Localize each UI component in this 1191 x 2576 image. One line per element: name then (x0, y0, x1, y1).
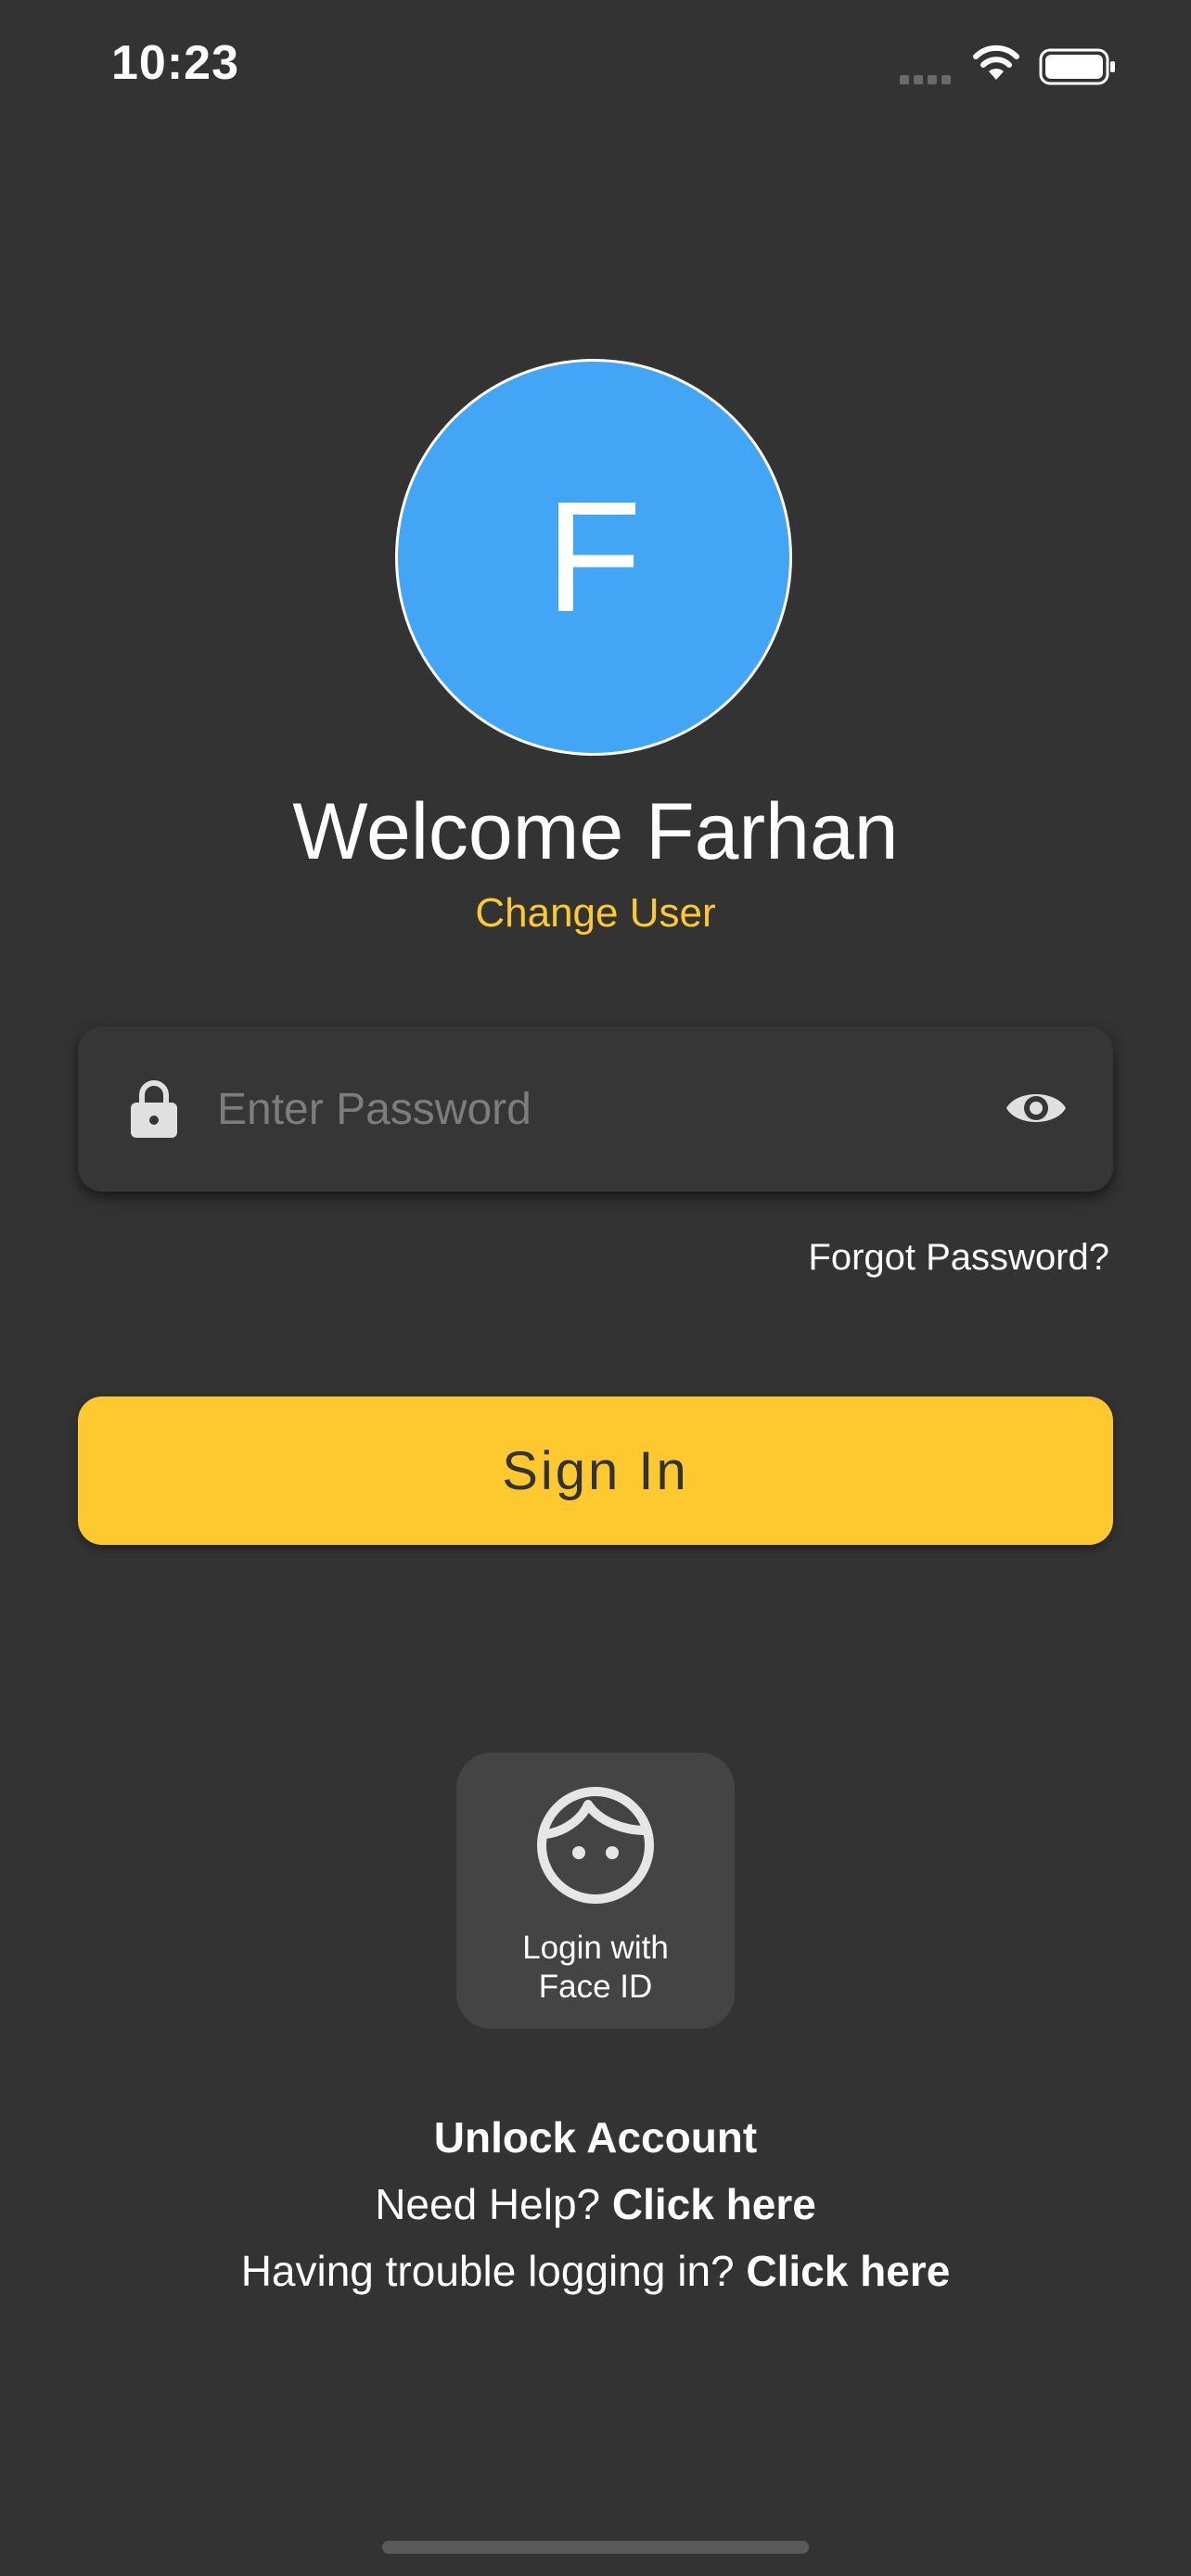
face-icon (534, 1784, 657, 1911)
wifi-icon (972, 45, 1020, 86)
need-help-line: Need Help? Click here (0, 2179, 1191, 2229)
forgot-password-link[interactable]: Forgot Password? (808, 1237, 1109, 1279)
avatar-initial: F (545, 469, 642, 645)
lock-icon (130, 1078, 178, 1142)
need-help-text: Need Help? (375, 2180, 601, 2228)
change-user-link[interactable]: Change User (0, 890, 1191, 937)
trouble-login-text: Having trouble logging in? (240, 2247, 735, 2295)
cellular-signal-icon (900, 72, 955, 89)
trouble-login-link[interactable]: Click here (746, 2247, 950, 2295)
welcome-title: Welcome Farhan (292, 787, 899, 876)
avatar: F (395, 359, 792, 756)
face-id-label: Login with Face ID (522, 1930, 669, 2005)
home-indicator (382, 2541, 809, 2554)
unlock-account-link[interactable]: Unlock Account (0, 2112, 1191, 2162)
password-field[interactable] (78, 1027, 1113, 1192)
trouble-login-line: Having trouble logging in? Click here (0, 2246, 1191, 2296)
sign-in-button[interactable]: Sign In (78, 1396, 1113, 1545)
battery-full-icon (1039, 48, 1117, 90)
need-help-link[interactable]: Click here (612, 2180, 816, 2228)
password-input[interactable] (215, 1064, 989, 1154)
face-id-button[interactable]: Login with Face ID (456, 1753, 735, 2029)
status-time: 10:23 (111, 36, 239, 90)
eye-icon[interactable] (1004, 1078, 1069, 1142)
